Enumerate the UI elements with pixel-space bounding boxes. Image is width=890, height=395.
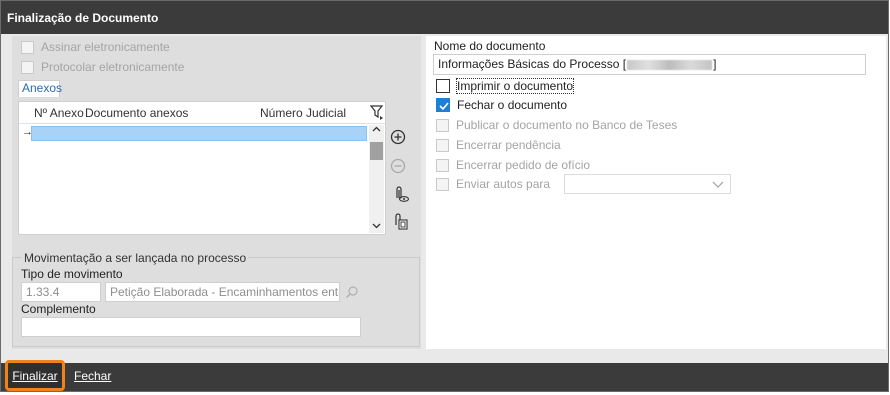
grid-scrollbar[interactable] xyxy=(369,125,384,233)
encerrar-pendencia-label: Encerrar pendência xyxy=(456,138,561,152)
publicar-checkbox-row[interactable]: Publicar o documento no Banco de Teses xyxy=(436,117,677,133)
imprimir-checkbox-row[interactable]: Imprimir o documento xyxy=(436,78,575,94)
scroll-up-icon[interactable] xyxy=(372,125,381,137)
anexos-grid: Nº Anexo Documento anexos Número Judicia… xyxy=(18,101,386,235)
enviar-autos-checkbox[interactable] xyxy=(436,177,449,191)
encerrar-pedido-label: Encerrar pedido de ofício xyxy=(456,158,591,172)
enviar-autos-checkbox-row[interactable]: Enviar autos para xyxy=(436,176,550,192)
finalizar-button[interactable]: Finalizar xyxy=(5,360,65,391)
tipo-movimento-desc-field[interactable]: Petição Elaborada - Encaminhamentos entr… xyxy=(105,282,340,302)
complemento-field[interactable] xyxy=(21,317,361,337)
col-documento-anexos[interactable]: Documento anexos xyxy=(85,106,188,120)
chevron-down-icon xyxy=(712,178,724,193)
col-numero-judicial[interactable]: Número Judicial xyxy=(260,106,346,120)
protocolar-checkbox[interactable] xyxy=(21,60,34,74)
nome-documento-label: Nome do documento xyxy=(434,39,546,53)
nome-documento-prefix: Informações Básicas do Processo [ xyxy=(438,57,627,71)
col-numero-anexo[interactable]: Nº Anexo xyxy=(34,106,84,120)
scroll-down-icon[interactable] xyxy=(372,221,381,233)
plus-circle-icon xyxy=(390,129,406,145)
protocolar-label: Protocolar eletronicamente xyxy=(41,60,185,74)
finalizar-label: Finalizar xyxy=(12,368,58,383)
nome-documento-suffix: ] xyxy=(713,57,717,71)
imprimir-label: Imprimir o documento xyxy=(455,78,575,94)
encerrar-pedido-checkbox[interactable] xyxy=(436,158,449,172)
add-anexo-button[interactable] xyxy=(389,128,407,146)
publicar-checkbox[interactable] xyxy=(436,118,449,132)
finalizacao-dialog: Finalização de Documento Assinar eletron… xyxy=(0,0,889,392)
imprimir-checkbox[interactable] xyxy=(436,79,450,93)
attach-view-button[interactable] xyxy=(392,185,410,203)
enviar-autos-select[interactable] xyxy=(564,174,731,194)
publicar-label: Publicar o documento no Banco de Teses xyxy=(456,118,678,132)
grid-header: Nº Anexo Documento anexos Número Judicia… xyxy=(19,102,385,124)
encerrar-pendencia-checkbox-row[interactable]: Encerrar pendência xyxy=(436,137,561,153)
minus-circle-icon xyxy=(390,158,406,174)
movimentacao-legend: Movimentação a ser lançada no processo xyxy=(22,251,249,265)
fechar-doc-label: Fechar o documento xyxy=(457,98,568,112)
fechar-label: Fechar xyxy=(74,369,112,383)
fechar-doc-checkbox[interactable] xyxy=(436,98,450,112)
assinar-checkbox[interactable] xyxy=(21,40,34,54)
encerrar-pedido-checkbox-row[interactable]: Encerrar pedido de ofício xyxy=(436,157,590,173)
table-row[interactable] xyxy=(31,126,367,141)
redacted-process-number xyxy=(627,59,713,70)
paperclip-view-icon xyxy=(396,186,410,202)
tab-anexos[interactable]: Anexos xyxy=(18,80,62,97)
tipo-movimento-label: Tipo de movimento xyxy=(21,267,123,281)
checkmark-icon xyxy=(439,102,449,111)
filter-icon[interactable] xyxy=(369,105,384,123)
remove-anexo-button[interactable] xyxy=(389,157,407,175)
encerrar-pendencia-checkbox[interactable] xyxy=(436,138,449,152)
paperclip-copy-icon xyxy=(395,213,408,230)
attach-copy-button[interactable] xyxy=(392,213,410,231)
tipo-movimento-code-field[interactable]: 1.33.4 xyxy=(21,282,101,302)
window-title: Finalização de Documento xyxy=(1,1,888,34)
assinar-checkbox-row[interactable]: Assinar eletronicamente xyxy=(21,39,170,55)
protocolar-checkbox-row[interactable]: Protocolar eletronicamente xyxy=(21,59,184,75)
fechar-button[interactable]: Fechar xyxy=(74,369,111,383)
complemento-label: Complemento xyxy=(21,302,96,316)
assinar-label: Assinar eletronicamente xyxy=(41,40,170,54)
enviar-autos-label: Enviar autos para xyxy=(456,177,551,191)
fechar-doc-checkbox-row[interactable]: Fechar o documento xyxy=(436,97,567,113)
search-icon[interactable] xyxy=(345,285,359,302)
footer-bar xyxy=(1,363,888,391)
scrollbar-thumb[interactable] xyxy=(370,142,383,160)
nome-documento-field[interactable]: Informações Básicas do Processo [] xyxy=(433,54,866,75)
